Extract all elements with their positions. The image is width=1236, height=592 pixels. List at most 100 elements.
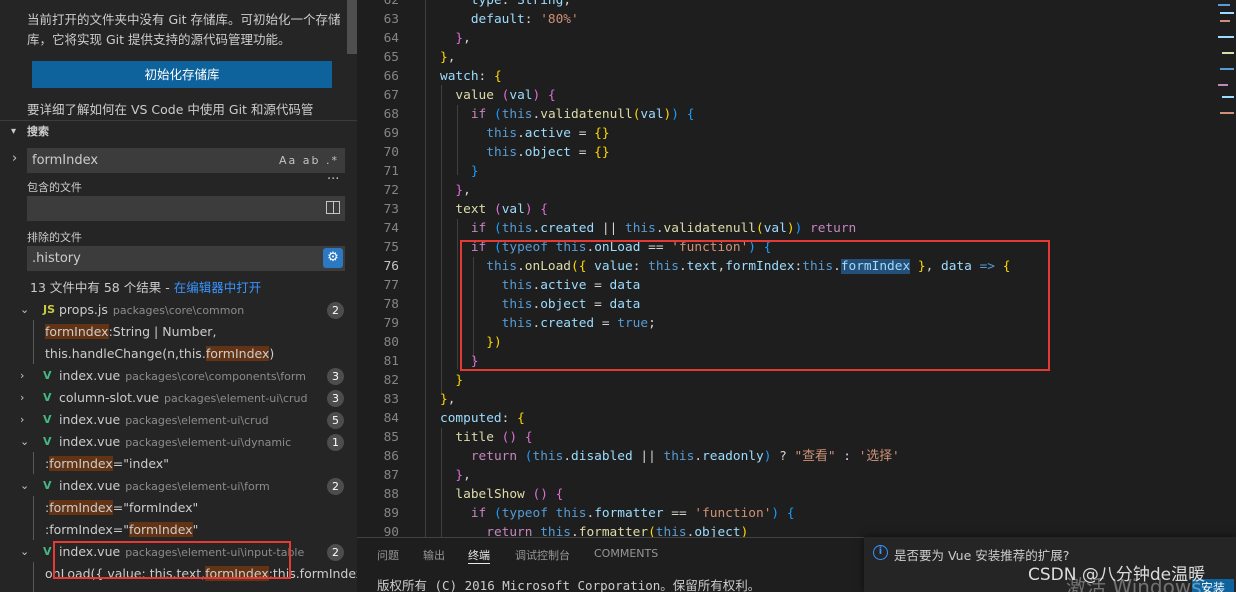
result-count-badge: 1 [327,434,344,451]
line-number: 66 [383,69,399,84]
line-number: 70 [383,145,399,160]
line-number: 83 [383,392,399,407]
result-file-name: index.vue [59,368,121,383]
line-number: 75 [383,240,399,255]
vue-file-icon: V [43,545,52,558]
result-count-badge: 3 [327,368,344,385]
match-row[interactable]: :formIndex="formIndex" [0,519,357,541]
match-text: " [192,522,199,537]
result-file-name: index.vue [59,434,121,449]
code-line: title () { [455,430,533,445]
tab-terminal[interactable]: 终端 [468,547,490,564]
book-icon[interactable] [326,201,340,214]
result-file-path: packages\element-ui\crud [125,414,269,427]
code-line: }, [455,468,471,483]
code-line: type: String, [470,0,572,8]
code-line: labelShow () { [455,487,564,502]
result-file-row[interactable]: › V index.vue packages\core\components\fo… [0,365,357,387]
match-highlight: formIndex [49,456,113,471]
match-text: ="formIndex" [112,500,199,515]
line-number: 73 [383,202,399,217]
line-number: 74 [383,221,399,236]
sidebar-scrollbar[interactable] [347,0,357,54]
tab-output[interactable]: 输出 [423,547,445,563]
search-input[interactable]: formIndex Aa ab .* [27,148,345,173]
code-line: }, [440,50,456,65]
line-number: 82 [383,373,399,388]
result-file-name: index.vue [59,478,121,493]
init-repository-button[interactable]: 初始化存储库 [32,61,332,88]
toggle-replace-chevron-icon[interactable]: › [12,151,17,166]
result-file-row[interactable]: ⌄ V index.vue packages\element-ui\dynamic… [0,431,357,453]
search-section-header[interactable]: ▾ 搜索 [0,120,357,142]
match-row[interactable]: formIndex:String | Number, [0,321,357,343]
result-file-path: packages\core\common [112,304,245,317]
tab-problems[interactable]: 问题 [377,547,399,563]
chevron-right-icon: › [20,369,25,382]
include-files-input[interactable] [27,196,345,221]
git-no-repo-message: 当前打开的文件夹中没有 Git 存储库。可初始化一个存储库，它将实现 Git 提… [27,12,341,47]
match-row[interactable]: :formIndex="formIndex" [0,497,357,519]
result-count-badge: 3 [327,390,344,407]
line-number: 90 [383,525,399,537]
result-file-path: packages\element-ui\crud [164,392,308,405]
more-options-icon[interactable]: ··· [327,172,339,187]
summary-text: 13 文件中有 58 个结果 - [30,280,174,295]
search-header-label: 搜索 [27,125,49,138]
code-editor[interactable]: 62 63 64 65 66 67 68 69 70 71 72 73 74 7… [357,0,1216,537]
result-file-row[interactable]: › V column-slot.vue packages\element-ui\c… [0,387,357,409]
line-number: 80 [383,335,399,350]
terminal-output[interactable]: 版权所有 (C) 2016 Microsoft Corporation。保留所有… [377,575,760,592]
match-row[interactable]: :formIndex="index" [0,453,357,475]
result-count-badge: 2 [327,478,344,495]
tab-comments[interactable]: COMMENTS [594,547,658,560]
match-text: :String | Number, [108,324,217,339]
minimap-line [1220,20,1230,22]
code-line: computed: { [440,411,525,426]
minimap[interactable] [1216,0,1236,537]
search-option-icons[interactable]: Aa ab .* [279,148,339,173]
result-file-row[interactable]: ⌄ V index.vue packages\element-ui\form 2 [0,475,357,497]
code-line: this.object = {} [486,145,610,160]
gear-icon[interactable]: ⚙ [323,248,343,268]
sidebar: 当前打开的文件夹中没有 Git 存储库。可初始化一个存储库，它将实现 Git 提… [0,0,357,592]
match-highlight: formIndex [45,324,109,339]
exclude-files-input[interactable]: .history ⚙ [27,246,345,271]
chevron-down-icon: ⌄ [20,303,30,316]
code-line: return (this.disabled || this.readonly) … [470,449,900,464]
vue-file-icon: V [43,413,52,426]
match-highlight: formIndex [205,346,270,361]
chevron-down-icon: ▾ [11,126,17,137]
result-file-row[interactable]: › V index.vue packages\element-ui\crud 5 [0,409,357,431]
code-line: } [455,373,464,388]
minimap-line [1222,52,1234,54]
js-file-icon: JS [43,303,56,316]
minimap-line [1222,96,1234,98]
tab-debug-console[interactable]: 调试控制台 [515,547,570,563]
csdn-watermark: CSDN @八分钟de温暖 [1028,565,1206,585]
code-line: }, [455,183,471,198]
annotation-highlight-box [53,541,291,579]
match-text: ) [269,346,275,361]
code-line: return this.formatter(this.object) [486,525,749,537]
code-line: text (val) { [455,202,548,217]
vue-file-icon: V [43,479,52,492]
line-number: 76 [383,259,399,274]
open-in-editor-link[interactable]: 在编辑器中打开 [174,280,262,295]
line-number: 65 [383,50,399,65]
line-number: 78 [383,297,399,312]
line-number: 72 [383,183,399,198]
result-file-name: column-slot.vue [59,390,160,405]
result-file-path: packages\element-ui\form [125,480,270,493]
match-text: ="index" [112,456,169,471]
match-row[interactable]: this.handleChange(n,this.formIndex) [0,343,357,365]
code-line: } [470,164,479,179]
search-query-text: formIndex [32,153,99,168]
match-text: this.handleChange(n,this. [45,346,206,361]
search-summary: 13 文件中有 58 个结果 - 在编辑器中打开 [30,277,261,296]
include-files-label: 包含的文件 [27,181,82,194]
result-file-row[interactable]: ⌄ JS props.js packages\core\common 2 [0,299,357,321]
code-line: this.active = {} [486,126,610,141]
vue-file-icon: V [43,435,52,448]
line-number: 71 [383,164,399,179]
